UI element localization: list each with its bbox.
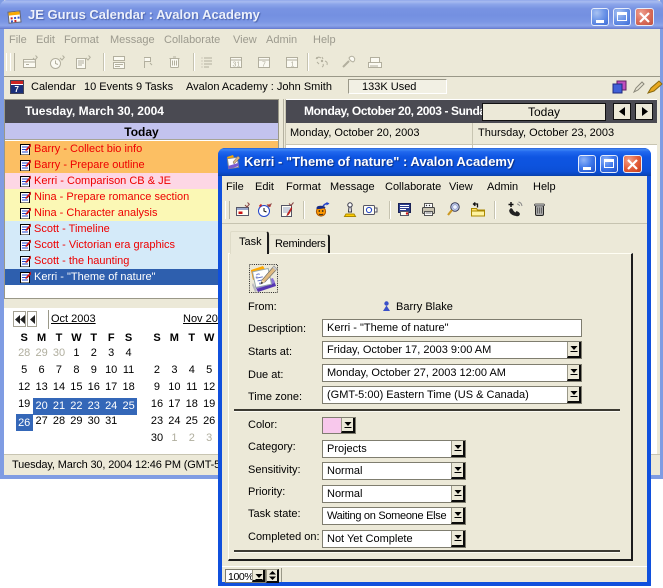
svg-text:7: 7 (262, 62, 266, 69)
svg-text:1: 1 (291, 62, 295, 69)
svg-text:7: 7 (15, 85, 20, 94)
svg-text:31: 31 (233, 62, 241, 69)
